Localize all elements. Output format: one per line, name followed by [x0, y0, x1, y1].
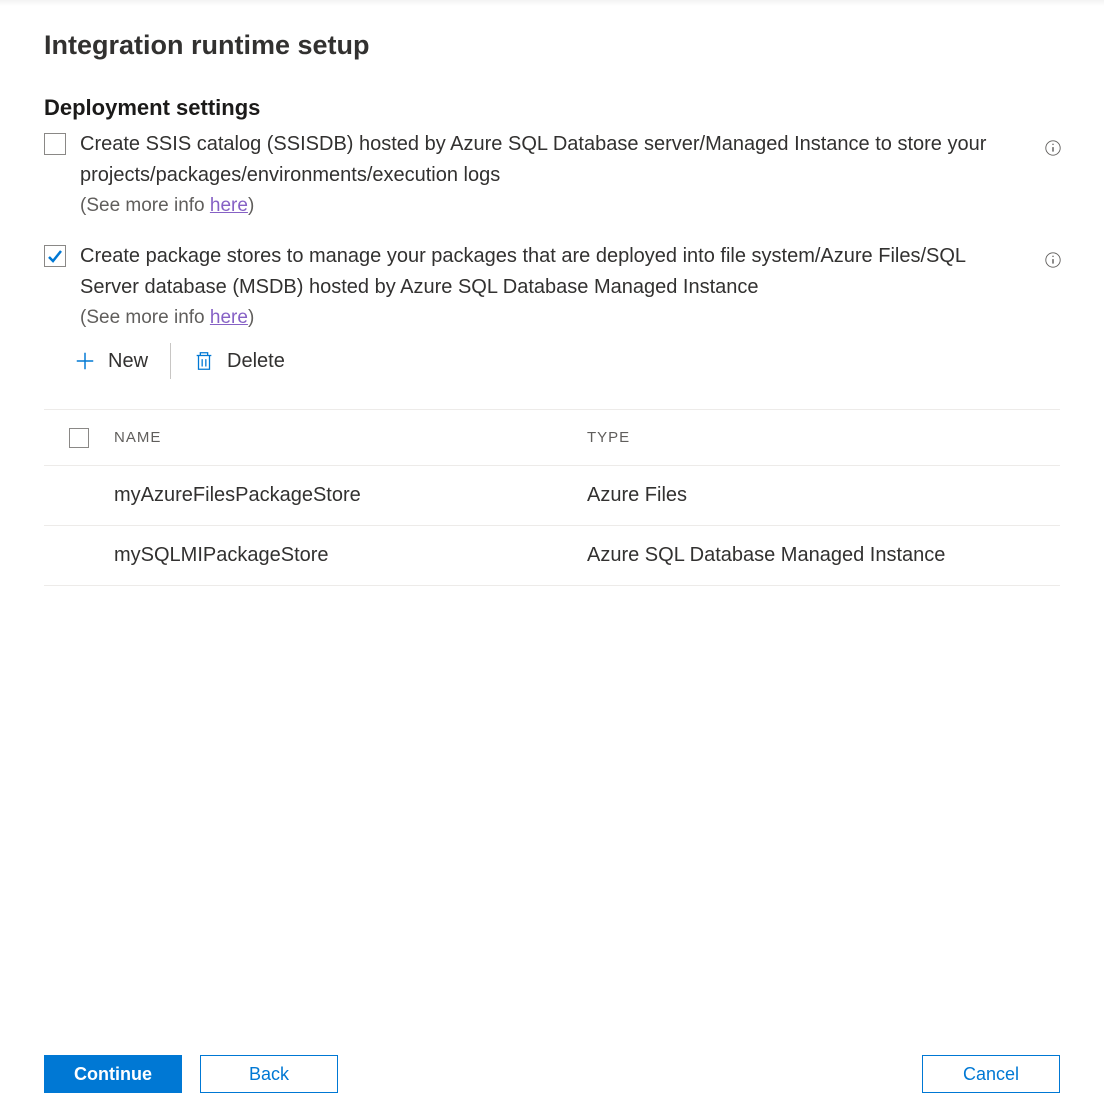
- new-button[interactable]: New: [70, 344, 152, 379]
- back-button[interactable]: Back: [200, 1055, 338, 1093]
- option-package-stores-seemore: (See more info here): [80, 307, 1060, 329]
- link-package-stores-more-info[interactable]: here: [210, 307, 248, 328]
- new-button-label: New: [108, 350, 148, 373]
- info-icon[interactable]: [1044, 251, 1062, 274]
- package-store-table: NAME TYPE myAzureFilesPackageStore Azure…: [44, 409, 1060, 586]
- table-row[interactable]: mySQLMIPackageStore Azure SQL Database M…: [44, 526, 1060, 586]
- option-package-stores-label: Create package stores to manage your pac…: [80, 241, 1000, 303]
- delete-button[interactable]: Delete: [189, 344, 289, 379]
- option-create-ssis-catalog: Create SSIS catalog (SSISDB) hosted by A…: [44, 129, 1060, 217]
- option-ssis-catalog-seemore: (See more info here): [80, 195, 1000, 217]
- table-header: NAME TYPE: [44, 410, 1060, 466]
- toolbar-separator: [170, 343, 171, 379]
- footer: Continue Back Cancel: [44, 1055, 1060, 1093]
- cancel-button[interactable]: Cancel: [922, 1055, 1060, 1093]
- table-row[interactable]: myAzureFilesPackageStore Azure Files: [44, 466, 1060, 526]
- cell-name: mySQLMIPackageStore: [114, 544, 587, 567]
- link-ssis-more-info[interactable]: here: [210, 195, 248, 216]
- delete-button-label: Delete: [227, 350, 285, 373]
- option-create-package-stores: Create package stores to manage your pac…: [44, 241, 1060, 385]
- continue-button[interactable]: Continue: [44, 1055, 182, 1093]
- page-title: Integration runtime setup: [44, 30, 1060, 61]
- package-store-toolbar: New Delete: [70, 343, 1060, 379]
- cell-name: myAzureFilesPackageStore: [114, 484, 587, 507]
- cell-type: Azure Files: [587, 484, 1060, 507]
- checkbox-package-stores[interactable]: [44, 245, 66, 267]
- info-icon[interactable]: [1044, 139, 1062, 162]
- option-ssis-catalog-label: Create SSIS catalog (SSISDB) hosted by A…: [80, 129, 1000, 191]
- trash-icon: [193, 350, 215, 372]
- checkbox-ssis-catalog[interactable]: [44, 133, 66, 155]
- column-header-name[interactable]: NAME: [114, 429, 587, 446]
- column-header-type[interactable]: TYPE: [587, 429, 1060, 446]
- plus-icon: [74, 350, 96, 372]
- cell-type: Azure SQL Database Managed Instance: [587, 544, 1060, 567]
- section-deployment-settings: Deployment settings: [44, 95, 1060, 121]
- select-all-checkbox[interactable]: [69, 428, 89, 448]
